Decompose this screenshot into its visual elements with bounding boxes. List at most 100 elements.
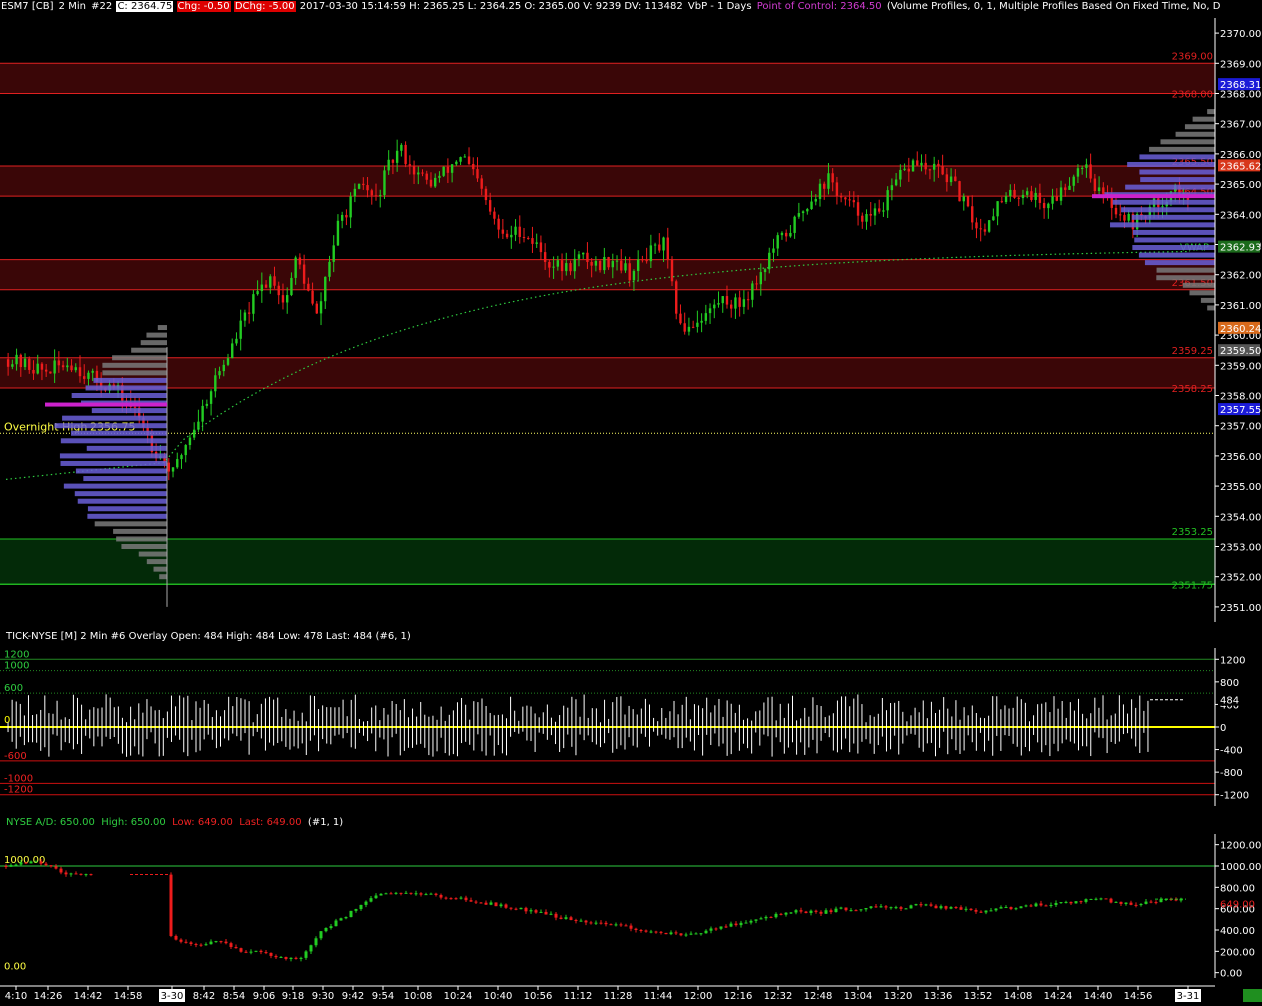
ad-candle-body	[559, 917, 563, 919]
ad-candle-body	[999, 907, 1003, 909]
ad-candle-body	[1149, 901, 1153, 903]
ad-candle-body	[689, 933, 693, 935]
candle-body	[226, 358, 230, 365]
price-axis-label: 2358.00	[1220, 392, 1261, 403]
candle-body	[408, 164, 412, 166]
candle-body	[861, 215, 864, 222]
candle-body	[336, 220, 340, 246]
candle-body	[345, 214, 348, 218]
ad-candle-body	[849, 910, 853, 912]
candle-body	[848, 199, 851, 201]
ad-candle-body	[1059, 902, 1063, 904]
ad-candle-body	[934, 905, 938, 909]
ad-candle-body	[724, 926, 728, 928]
ad-candle-body	[984, 910, 988, 913]
chart-canvas[interactable]: 2369.002368.002365.502364.502361.502359.…	[0, 0, 1262, 1002]
volume-profile-bar	[1132, 245, 1215, 251]
trading-chart-window: 2369.002368.002365.502364.502361.502359.…	[0, 0, 1262, 1002]
zone-fill	[0, 165, 1215, 197]
ad-candle-body	[1084, 899, 1088, 902]
candle-body	[15, 354, 18, 365]
candle-body	[632, 271, 636, 281]
ad-candle-body	[754, 919, 758, 921]
candle-body	[28, 358, 31, 370]
ad-candle-body	[1119, 901, 1123, 904]
candle-body	[890, 185, 894, 191]
ad-candle-body	[839, 907, 843, 909]
candle-body	[472, 163, 475, 170]
candle-body	[979, 228, 982, 230]
candle-body	[590, 261, 593, 266]
candle-body	[1114, 207, 1118, 215]
candle-body	[814, 198, 817, 202]
price-axis-label: 2351.00	[1220, 603, 1261, 614]
volume-profile-bar	[1149, 146, 1215, 152]
ad-candle-body	[514, 908, 518, 910]
ad-candle-body	[19, 862, 23, 865]
volume-profile-bar	[1160, 139, 1215, 145]
time-axis-label: 9:30	[312, 991, 334, 1002]
ad-candle-body	[339, 918, 343, 921]
candle-body	[531, 238, 534, 244]
ad-candle-body	[444, 897, 448, 899]
ad-candle-body	[789, 912, 793, 914]
ad-candle-body	[214, 941, 218, 943]
candle-body	[247, 312, 251, 314]
ad-candle-body	[569, 917, 573, 921]
candle-body	[400, 144, 403, 151]
candle-body	[1102, 187, 1105, 194]
ad-candle-body	[504, 904, 508, 908]
ad-candle-body	[474, 901, 478, 903]
ad-axis-label: 200.00	[1220, 947, 1255, 958]
candle-body	[1030, 191, 1033, 200]
ad-candle-body	[399, 892, 403, 894]
candle-body	[675, 281, 678, 314]
candle-body	[298, 257, 302, 265]
candle-body	[1085, 164, 1088, 168]
candle-body	[362, 183, 365, 186]
candle-body	[404, 144, 407, 165]
interval-label[interactable]: 2 Min	[58, 1, 87, 12]
ad-candle-body	[29, 861, 33, 864]
candle-body	[188, 437, 192, 446]
ad-level-label: 0.00	[4, 962, 26, 973]
candle-body	[577, 254, 581, 259]
candle-body	[920, 162, 923, 166]
ad-candle-body	[1009, 907, 1013, 910]
ad-candle-body	[879, 906, 883, 908]
ad-candle-body	[589, 922, 593, 924]
volume-profile-bar	[1184, 124, 1215, 130]
candle-body	[548, 261, 551, 268]
volume-profile-bar	[153, 566, 167, 572]
ad-candle-body	[729, 923, 733, 927]
candle-body	[966, 196, 970, 207]
candle-body	[784, 232, 788, 237]
candle-body	[438, 175, 441, 178]
candle-body	[751, 283, 754, 300]
volume-profile-bar	[60, 438, 167, 444]
candle-body	[768, 252, 771, 270]
time-axis-label: 14:42	[74, 991, 103, 1002]
candle-body	[844, 197, 847, 200]
candle-body	[442, 166, 445, 176]
ad-candle-body	[419, 893, 423, 895]
candle-body	[311, 290, 314, 304]
candle-body	[679, 313, 682, 324]
time-axis-label: 11:44	[644, 991, 673, 1002]
candle-body	[412, 165, 416, 175]
ad-candle-body	[1069, 901, 1073, 904]
candle-body	[869, 214, 872, 216]
candle-body	[66, 365, 69, 368]
time-axis-label: 10:24	[444, 991, 473, 1002]
ad-candle-body	[914, 904, 918, 906]
ad-candle-body	[349, 910, 353, 918]
ad-candle-body	[294, 957, 298, 959]
volume-profile-bar	[77, 498, 167, 504]
candle-body	[83, 376, 86, 379]
candle-body	[383, 170, 386, 196]
symbol-label[interactable]: ESM7 [CB]	[0, 1, 54, 12]
ad-candle-body	[374, 895, 378, 899]
ad-candle-body	[549, 913, 553, 915]
price-axis-label: 2352.00	[1220, 573, 1261, 584]
volume-profile-bar	[1144, 260, 1215, 266]
